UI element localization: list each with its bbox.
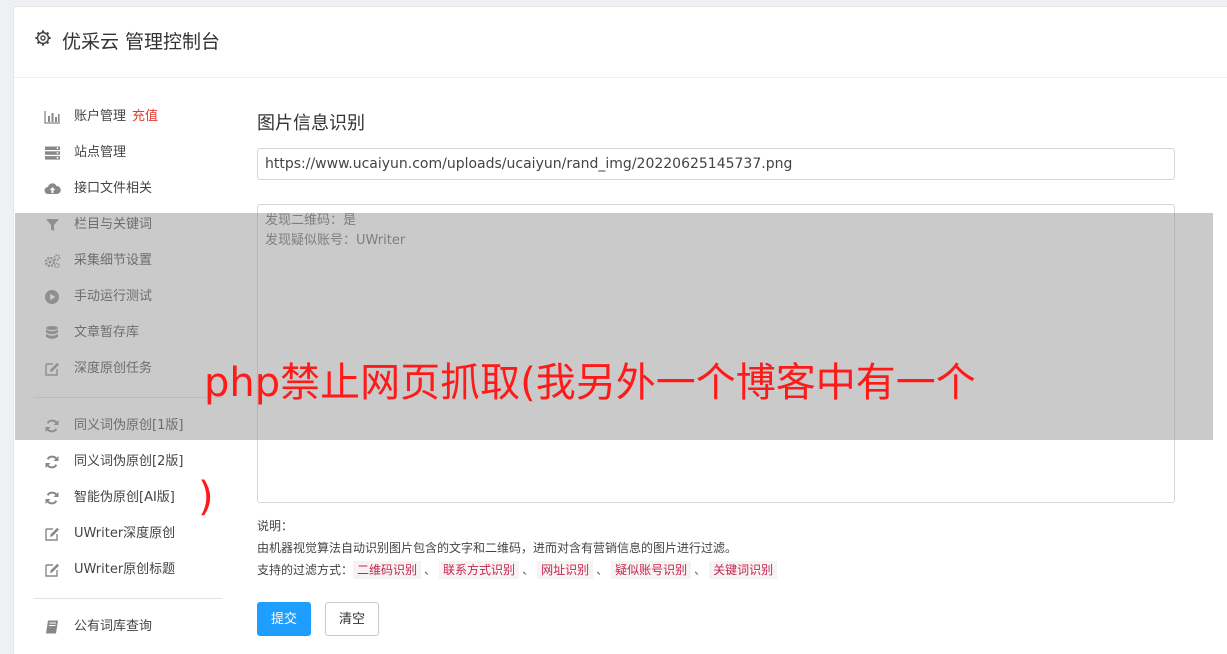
sidebar-item-label: 站点管理 [74,145,127,160]
refresh-icon [45,491,59,505]
notes-description: 由机器视觉算法自动识别图片包含的文字和二维码，进而对含有营销信息的图片进行过滤。 [257,541,738,555]
header: 优采云 管理控制台 [14,7,1227,78]
recharge-link[interactable]: 充值 [132,109,158,124]
sidebar-item-label: 同义词伪原创[2版] [74,454,184,469]
sidebar-item-label: 智能伪原创[AI版] [74,490,175,505]
overlay-caption-end: ) [198,474,214,520]
filter-tag: 联系方式识别 [439,561,520,579]
page-title: 优采云 管理控制台 [62,31,221,53]
server-icon [45,146,60,160]
filter-tag: 疑似账号识别 [611,561,692,579]
gear-icon [35,30,51,46]
sidebar-item-label: UWriter原创标题 [74,562,176,577]
sidebar-item-label: 账户管理 [74,109,127,124]
filter-tag: 网址识别 [537,561,594,579]
section-title: 图片信息识别 [257,113,365,134]
overlay-caption: php禁止网页抓取(我另外一个博客中有一个 [204,360,976,406]
sidebar-item-label: UWriter深度原创 [74,526,176,541]
sidebar-item-label: 接口文件相关 [74,181,153,196]
notes: 说明： 由机器视觉算法自动识别图片包含的文字和二维码，进而对含有营销信息的图片进… [257,515,778,581]
submit-button[interactable]: 提交 [257,602,311,636]
book-icon [46,620,58,634]
clear-button[interactable]: 清空 [325,602,379,636]
cloud-upload-icon [44,183,61,194]
filter-tag: 关键词识别 [709,561,778,579]
sidebar-divider [34,598,222,599]
filter-tag: 二维码识别 [353,561,422,579]
sidebar-item-label: 公有词库查询 [74,619,153,634]
edit-icon [45,527,59,541]
edit-icon [45,563,59,577]
image-url-input[interactable]: https://www.ucaiyun.com/uploads/ucaiyun/… [257,148,1175,180]
refresh-icon [45,455,59,469]
filter-methods: 支持的过滤方式： 二维码识别、联系方式识别、网址识别、疑似账号识别、关键词识别 [257,559,778,581]
bar-chart-icon [44,111,60,124]
filter-label: 支持的过滤方式： [257,563,354,577]
notes-heading: 说明： [257,519,294,533]
